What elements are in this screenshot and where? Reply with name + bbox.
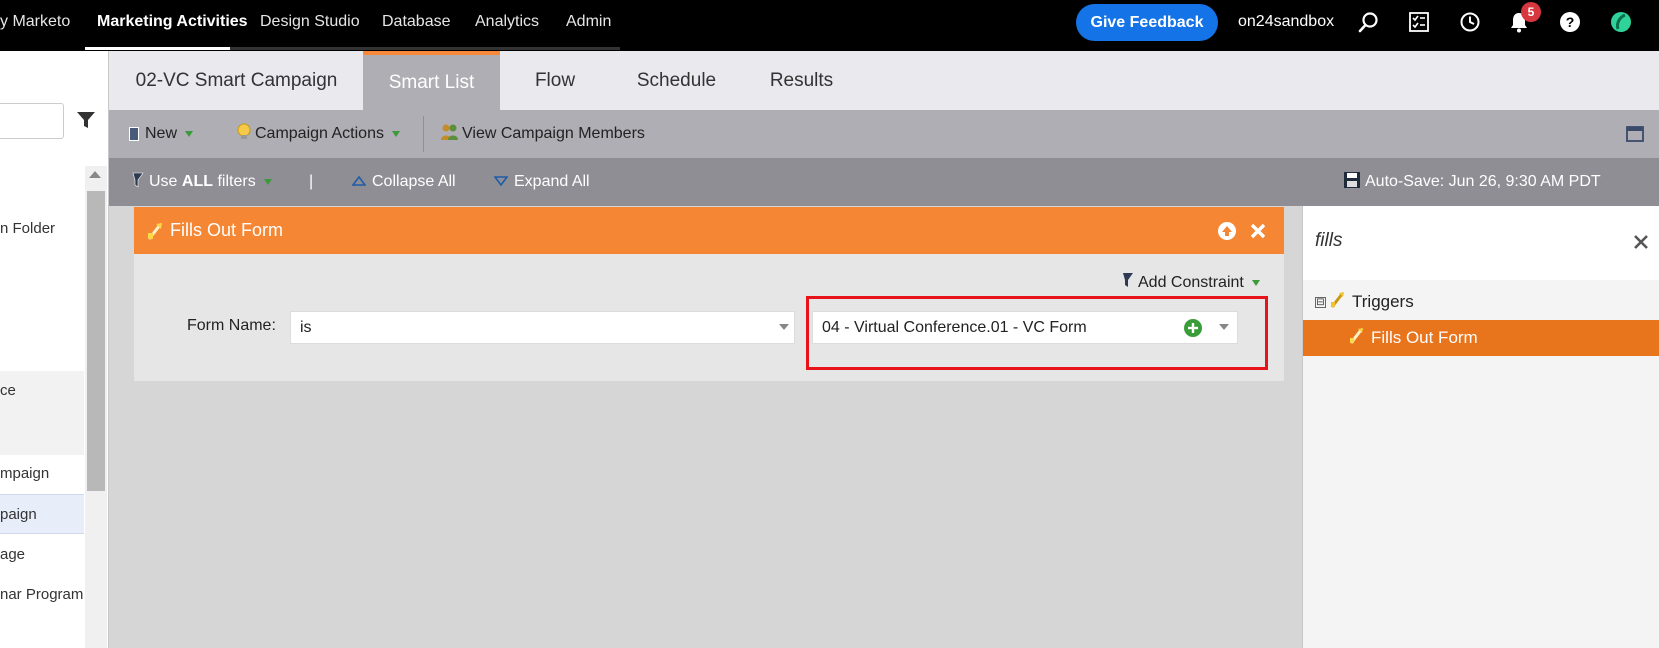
operator-select[interactable]: is xyxy=(290,311,795,344)
form-name-label: Form Name: xyxy=(187,317,276,334)
new-label: New xyxy=(145,125,178,142)
trigger-bolt-icon xyxy=(146,221,164,241)
nav-analytics[interactable]: Analytics xyxy=(475,13,539,31)
tree-item[interactable]: age xyxy=(0,535,84,575)
filter-card-header[interactable]: Fills Out Form xyxy=(134,207,1284,254)
add-constraint-label: Add Constraint xyxy=(1138,273,1244,291)
collapse-toggle-icon[interactable]: ⊟ xyxy=(1315,296,1326,308)
chevron-down-icon xyxy=(185,131,194,137)
new-menu-button[interactable]: New xyxy=(129,110,194,158)
document-icon xyxy=(129,127,139,141)
campaign-actions-label: Campaign Actions xyxy=(255,125,384,142)
form-value-select[interactable]: 04 - Virtual Conference.01 - VC Form xyxy=(812,311,1238,344)
tree-group-label: Triggers xyxy=(1352,292,1414,311)
chevron-down-icon xyxy=(391,131,400,137)
svg-text:?: ? xyxy=(1566,14,1575,30)
left-tree-panel: n Folder ce mpaign paign age nar Program xyxy=(0,51,109,648)
collapse-all-button[interactable]: Collapse All xyxy=(351,158,456,206)
autosave-label: Auto-Save: Jun 26, 9:30 AM PDT xyxy=(1365,173,1601,190)
expand-all-button[interactable]: Expand All xyxy=(493,158,590,206)
nav-active-indicator xyxy=(85,47,230,50)
history-icon[interactable] xyxy=(1458,10,1482,34)
tree-item-fills-out-form[interactable]: Fills Out Form xyxy=(1303,320,1659,356)
move-up-icon[interactable] xyxy=(1216,220,1238,242)
tree-item-label: Fills Out Form xyxy=(1371,328,1478,347)
give-feedback-button[interactable]: Give Feedback xyxy=(1076,4,1218,41)
trigger-filter-card: Fills Out Form Add Constraint Form Name:… xyxy=(134,207,1284,381)
trigger-bolt-icon xyxy=(1349,327,1365,350)
use-filters-suffix: filters xyxy=(213,173,256,190)
clear-search-icon[interactable] xyxy=(1633,234,1651,252)
add-value-icon[interactable] xyxy=(1183,318,1203,338)
tree-item[interactable]: mpaign xyxy=(0,454,84,494)
tab-smart-list[interactable]: Smart List xyxy=(363,51,500,110)
filter-icon[interactable] xyxy=(75,109,97,131)
close-icon[interactable] xyxy=(1247,220,1269,242)
action-toolbar: New Campaign Actions View Campaign Membe… xyxy=(109,110,1659,158)
filterbar-separator: | xyxy=(309,173,314,190)
lightbulb-icon xyxy=(237,123,251,146)
nav-admin[interactable]: Admin xyxy=(566,13,611,31)
tree-scrollbar-thumb[interactable] xyxy=(87,191,105,491)
tasks-icon[interactable] xyxy=(1407,10,1431,34)
form-value: 04 - Virtual Conference.01 - VC Form xyxy=(822,319,1087,336)
save-disk-icon xyxy=(1343,171,1361,194)
tab-results[interactable]: Results xyxy=(743,51,860,110)
tree-item[interactable]: ce xyxy=(0,371,84,455)
filter-search-input[interactable]: fills xyxy=(1303,206,1659,280)
nav-design-studio[interactable]: Design Studio xyxy=(260,13,360,31)
marketo-logo-icon[interactable] xyxy=(1609,10,1633,34)
tree-item-label: ce xyxy=(0,382,16,399)
chevron-down-icon xyxy=(1251,279,1260,286)
add-constraint-button[interactable]: Add Constraint xyxy=(1119,271,1260,294)
funnel-icon xyxy=(129,171,145,194)
tab-flow[interactable]: Flow xyxy=(500,51,610,110)
funnel-icon xyxy=(1119,271,1135,294)
collapse-all-label: Collapse All xyxy=(372,173,456,190)
top-navigation: y Marketo Marketing Activities Design St… xyxy=(0,0,1659,51)
autosave-status: Auto-Save: Jun 26, 9:30 AM PDT xyxy=(1343,158,1601,206)
scroll-up-arrow[interactable] xyxy=(89,171,101,178)
collapse-icon xyxy=(351,173,367,191)
tree-group-triggers[interactable]: ⊟ Triggers xyxy=(1303,284,1659,320)
search-icon[interactable] xyxy=(1357,10,1381,34)
nav-database[interactable]: Database xyxy=(382,13,451,31)
people-icon xyxy=(440,123,460,146)
use-filters-prefix: Use xyxy=(149,173,182,190)
operator-value: is xyxy=(300,319,312,336)
use-filters-mode: ALL xyxy=(181,173,214,190)
help-icon[interactable]: ? xyxy=(1558,10,1582,34)
nav-marketing-activities[interactable]: Marketing Activities xyxy=(97,13,248,31)
use-filters-dropdown[interactable]: Use ALL filters xyxy=(129,158,272,206)
account-name[interactable]: on24sandbox xyxy=(1238,13,1334,31)
tree-item[interactable]: nar Program xyxy=(0,575,84,615)
tree-search-input[interactable] xyxy=(0,103,64,139)
filter-library-panel: fills ⊟ Triggers Fills Out Form xyxy=(1302,206,1659,648)
tab-schedule[interactable]: Schedule xyxy=(610,51,743,110)
chevron-down-icon xyxy=(263,179,272,185)
view-campaign-members-button[interactable]: View Campaign Members xyxy=(440,110,645,158)
tree-item[interactable]: n Folder xyxy=(0,209,84,249)
chevron-down-icon xyxy=(779,324,789,330)
filter-card-title: Fills Out Form xyxy=(170,220,284,240)
expand-icon xyxy=(493,173,509,191)
toolbar-divider xyxy=(423,116,424,152)
tab-campaign-name[interactable]: 02-VC Smart Campaign xyxy=(109,51,364,110)
filter-search-text: fills xyxy=(1315,230,1343,251)
notification-badge: 5 xyxy=(1521,2,1541,22)
campaign-tab-bar: 02-VC Smart Campaign Smart List Flow Sch… xyxy=(109,51,1659,110)
trigger-bolt-icon xyxy=(1330,291,1346,314)
filter-options-bar: Use ALL filters | Collapse All Expand Al… xyxy=(109,158,1659,206)
tree-item-selected[interactable]: paign xyxy=(0,494,84,534)
chevron-down-icon xyxy=(1219,324,1229,330)
view-members-label: View Campaign Members xyxy=(462,125,645,142)
expand-all-label: Expand All xyxy=(514,173,590,190)
maximize-icon[interactable] xyxy=(1626,125,1644,148)
campaign-actions-button[interactable]: Campaign Actions xyxy=(237,110,400,158)
brand-link[interactable]: y Marketo xyxy=(0,13,70,31)
